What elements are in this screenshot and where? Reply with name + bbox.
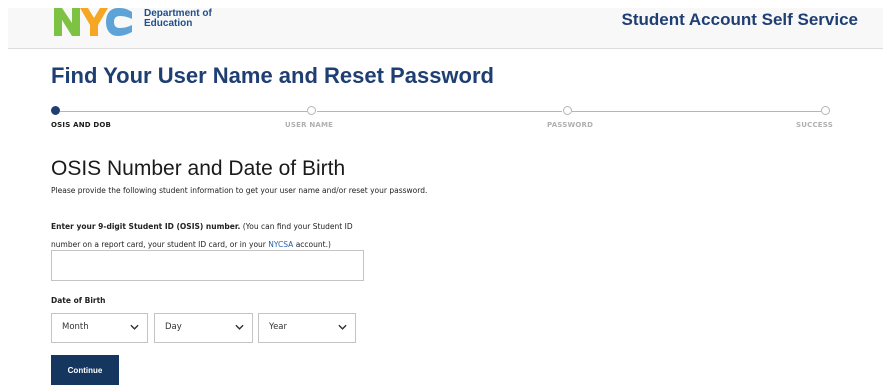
chevron-down-icon	[338, 324, 347, 330]
dob-label: Date of Birth	[51, 296, 106, 305]
osis-label-text-end: account.)	[293, 240, 331, 249]
step-dot-success	[821, 106, 830, 115]
site-header: Department of Education Student Account …	[8, 8, 883, 49]
step-dot-user-name	[307, 106, 316, 115]
section-description: Please provide the following student inf…	[51, 186, 428, 195]
app-title: Student Account Self Service	[621, 10, 858, 29]
department-name: Department of Education	[144, 9, 212, 29]
day-select-value: Day	[165, 322, 182, 332]
chevron-down-icon	[130, 324, 139, 330]
progress-stepper: OSIS AND DOB USER NAME PASSWORD SUCCESS	[51, 106, 833, 132]
day-select[interactable]: Day	[154, 313, 253, 343]
month-select-value: Month	[62, 322, 89, 332]
year-select[interactable]: Year	[258, 313, 356, 343]
year-select-value: Year	[269, 322, 287, 332]
stepper-line	[317, 111, 562, 112]
step-label-user-name: USER NAME	[285, 121, 334, 129]
department-line-2: Education	[144, 18, 193, 29]
step-dot-osis-dob	[51, 106, 60, 115]
osis-number-input[interactable]	[51, 250, 364, 281]
section-title: OSIS Number and Date of Birth	[51, 157, 346, 180]
step-label-osis-dob: OSIS AND DOB	[51, 121, 112, 129]
chevron-down-icon	[235, 324, 244, 330]
stepper-line	[60, 111, 307, 112]
step-label-success: SUCCESS	[796, 121, 833, 129]
continue-button[interactable]: Continue	[51, 355, 119, 385]
page-title: Find Your User Name and Reset Password	[51, 63, 494, 88]
nycsa-link[interactable]: NYCSA	[268, 240, 293, 249]
stepper-line	[572, 111, 821, 112]
step-label-password: PASSWORD	[547, 121, 594, 129]
step-dot-password	[563, 106, 572, 115]
osis-label: Enter your 9-digit Student ID (OSIS) num…	[51, 218, 381, 254]
month-select[interactable]: Month	[51, 313, 148, 343]
osis-label-bold: Enter your 9-digit Student ID (OSIS) num…	[51, 222, 241, 231]
nyc-logo-icon	[54, 8, 132, 36]
